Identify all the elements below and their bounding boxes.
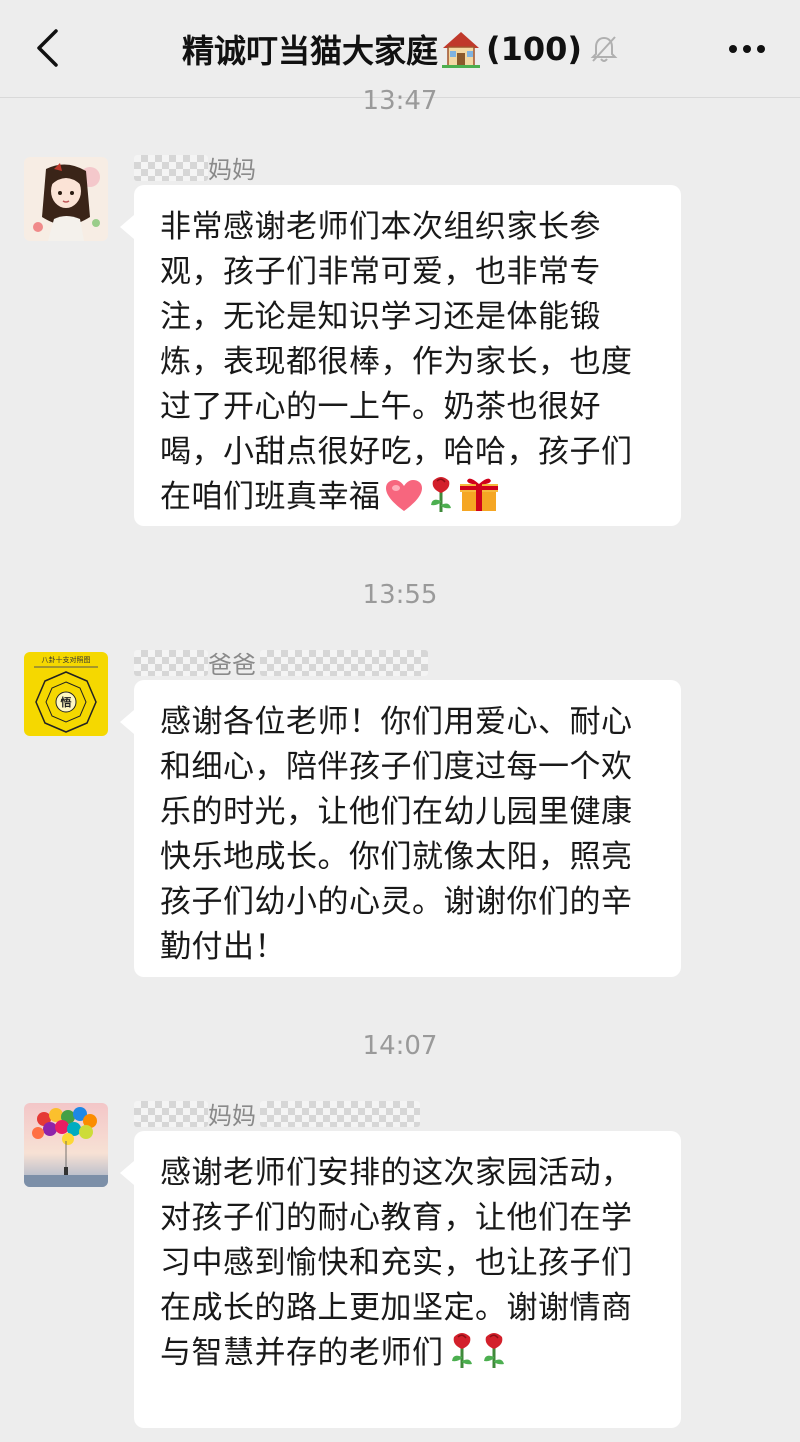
- chat-title: 精诚叮当猫大家庭 (100): [110, 24, 690, 74]
- redacted-name: [134, 649, 208, 676]
- group-name: 精诚叮当猫大家庭: [181, 32, 438, 70]
- svg-text:悟: 悟: [61, 695, 72, 709]
- timestamp: 13:55: [362, 580, 438, 610]
- message-text: 非常感谢老师们本次组织家长参观，孩子们非常可爱，也非常专注，无论是知识学习还是体…: [160, 209, 633, 515]
- dot-icon: [757, 45, 765, 53]
- gift-emoji: [459, 475, 499, 526]
- chevron-left-icon: [37, 29, 58, 67]
- bell-muted-icon: [590, 34, 618, 64]
- sender-suffix: 爸爸: [208, 651, 256, 679]
- avatar-bagua-chart: 八卦十支对照图 悟: [24, 652, 108, 736]
- avatar[interactable]: [24, 157, 108, 241]
- message-bubble[interactable]: 非常感谢老师们本次组织家长参观，孩子们非常可爱，也非常专注，无论是知识学习还是体…: [120, 185, 681, 526]
- rose-emoji: [448, 1331, 476, 1382]
- svg-text:八卦十支对照图: 八卦十支对照图: [42, 655, 91, 664]
- sender-suffix: 妈妈: [208, 1102, 256, 1130]
- chat-header: 精诚叮当猫大家庭 (100): [0, 0, 800, 98]
- heart-emoji: [385, 479, 423, 526]
- redacted-name: [134, 1100, 208, 1127]
- rose-emoji: [427, 475, 455, 526]
- avatar-balloons-photo: [24, 1103, 108, 1187]
- avatar[interactable]: [24, 1103, 108, 1187]
- dot-icon: [743, 45, 751, 53]
- timestamp: 13:47: [362, 86, 438, 116]
- rose-emoji: [480, 1331, 508, 1382]
- avatar-girl-illustration: [24, 157, 108, 241]
- timestamp: 14:07: [362, 1031, 438, 1061]
- message-bubble[interactable]: 感谢各位老师！你们用爱心、耐心和细心，陪伴孩子们度过每一个欢乐的时光，让他们在幼…: [120, 680, 681, 977]
- dot-icon: [729, 45, 737, 53]
- redacted-name: [260, 1100, 420, 1127]
- sender-name: 妈妈: [134, 1096, 420, 1131]
- redacted-name: [134, 154, 208, 181]
- sender-suffix: 妈妈: [208, 156, 256, 184]
- avatar[interactable]: 八卦十支对照图 悟: [24, 652, 108, 736]
- sender-name: 妈妈: [134, 150, 256, 185]
- message-bubble[interactable]: 感谢老师们安排的这次家园活动，对孩子们的耐心教育，让他们在学习中感到愉快和充实，…: [120, 1131, 681, 1428]
- back-button[interactable]: [22, 22, 72, 74]
- message-text: 感谢各位老师！你们用爱心、耐心和细心，陪伴孩子们度过每一个欢乐的时光，让他们在幼…: [160, 704, 633, 965]
- house-icon: [441, 32, 480, 68]
- more-options-button[interactable]: [722, 24, 772, 74]
- message-text: 感谢老师们安排的这次家园活动，对孩子们的耐心教育，让他们在学习中感到愉快和充实，…: [160, 1155, 633, 1371]
- member-count: (100): [485, 30, 583, 68]
- sender-name: 爸爸: [134, 645, 428, 680]
- redacted-name: [260, 649, 428, 676]
